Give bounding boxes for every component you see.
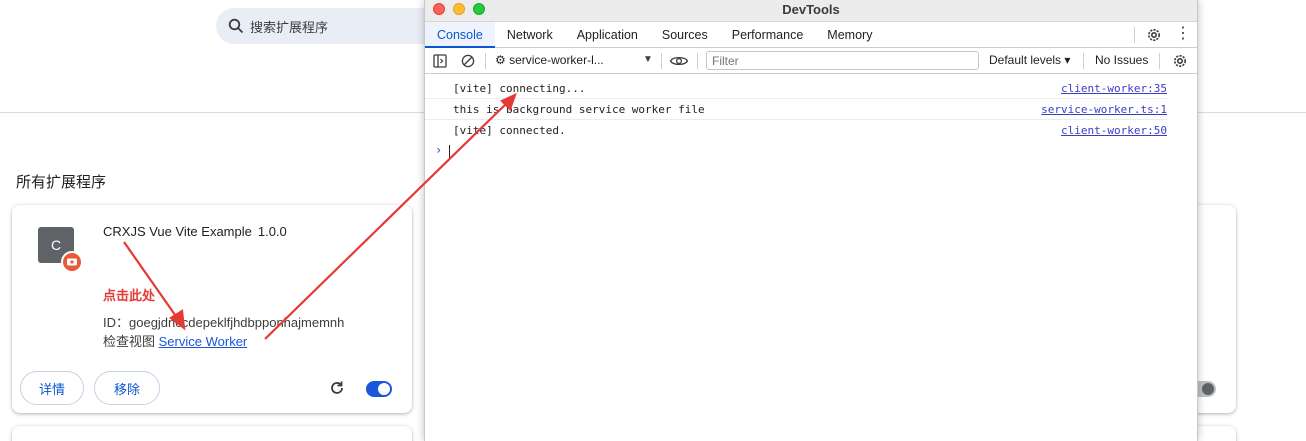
log-levels-select[interactable]: Default levels ▾ bbox=[989, 53, 1070, 67]
reload-icon[interactable] bbox=[328, 379, 346, 397]
search-placeholder: 搜索扩展程序 bbox=[250, 19, 329, 35]
extension-card: C CRXJS Vue Vite Example 1.0.0 点击此处 ID：go… bbox=[12, 205, 412, 413]
console-message-source-link[interactable]: client-worker:35 bbox=[1061, 82, 1167, 95]
devtools-tabbar: Console Network Application Sources Perf… bbox=[425, 22, 1197, 48]
console-settings-gear-icon[interactable] bbox=[1171, 52, 1189, 70]
more-options-icon[interactable]: ⋮ bbox=[1175, 26, 1191, 44]
console-message-source-link[interactable]: client-worker:50 bbox=[1061, 124, 1167, 137]
search-icon bbox=[228, 18, 244, 34]
issues-counter[interactable]: No Issues bbox=[1095, 53, 1148, 67]
details-button[interactable]: 详情 bbox=[20, 371, 84, 405]
extension-title: CRXJS Vue Vite Example 1.0.0 bbox=[103, 224, 287, 239]
clear-console-icon[interactable] bbox=[461, 54, 475, 68]
console-message: [vite] connecting... client-worker:35 bbox=[425, 78, 1167, 99]
section-title: 所有扩展程序 bbox=[16, 174, 107, 191]
annotation-click-here: 点击此处 bbox=[103, 288, 156, 303]
extension-card-partial bbox=[12, 426, 412, 441]
service-worker-link[interactable]: Service Worker bbox=[159, 334, 248, 349]
console-message-text: this is background service worker file bbox=[453, 103, 705, 116]
extension-id: ID：goegjdnccdepeklfjhdbpponhajmemnh bbox=[103, 315, 345, 330]
divider bbox=[1159, 53, 1160, 69]
remove-button[interactable]: 移除 bbox=[94, 371, 160, 405]
inspect-label: 检查视图 bbox=[103, 334, 156, 349]
console-message-text: [vite] connected. bbox=[453, 124, 566, 137]
divider bbox=[1134, 27, 1135, 43]
console-message: this is background service worker file s… bbox=[425, 99, 1167, 120]
execution-context-select[interactable]: ⚙ service-worker-l... bbox=[495, 53, 604, 67]
tab-console[interactable]: Console bbox=[425, 22, 495, 48]
inspect-views: 检查视图 Service Worker bbox=[103, 331, 247, 350]
tab-sources[interactable]: Sources bbox=[650, 22, 720, 47]
console-filter-input[interactable] bbox=[706, 51, 979, 70]
extension-name: CRXJS Vue Vite Example bbox=[103, 224, 252, 239]
divider bbox=[1083, 53, 1084, 69]
extension-version: 1.0.0 bbox=[257, 224, 287, 239]
show-sidebar-icon[interactable] bbox=[433, 54, 447, 68]
settings-gear-icon[interactable] bbox=[1145, 26, 1163, 44]
console-message-text: [vite] connecting... bbox=[453, 82, 586, 95]
console-toolbar: ⚙ service-worker-l... ▼ Default levels ▾… bbox=[425, 48, 1197, 74]
extension-search-box[interactable]: 搜索扩展程序 bbox=[216, 8, 456, 44]
chevron-down-icon[interactable]: ▼ bbox=[643, 54, 653, 65]
console-message: [vite] connected. client-worker:50 bbox=[425, 120, 1167, 141]
service-worker-badge-icon bbox=[61, 251, 83, 273]
divider bbox=[697, 53, 698, 69]
console-input-caret[interactable] bbox=[449, 145, 450, 158]
divider bbox=[661, 53, 662, 69]
tab-application[interactable]: Application bbox=[565, 22, 650, 47]
window-titlebar: DevTools bbox=[425, 0, 1197, 22]
divider bbox=[485, 53, 486, 69]
console-message-source-link[interactable]: service-worker.ts:1 bbox=[1041, 103, 1167, 116]
window-title: DevTools bbox=[782, 2, 840, 17]
tab-memory[interactable]: Memory bbox=[815, 22, 884, 47]
live-expression-eye-icon[interactable] bbox=[669, 54, 689, 68]
devtools-window: DevTools Console Network Application Sou… bbox=[424, 0, 1198, 441]
console-prompt-chevron-icon: › bbox=[435, 143, 443, 157]
tab-network[interactable]: Network bbox=[495, 22, 565, 47]
extension-enable-toggle[interactable] bbox=[366, 381, 392, 397]
tab-performance[interactable]: Performance bbox=[720, 22, 816, 47]
